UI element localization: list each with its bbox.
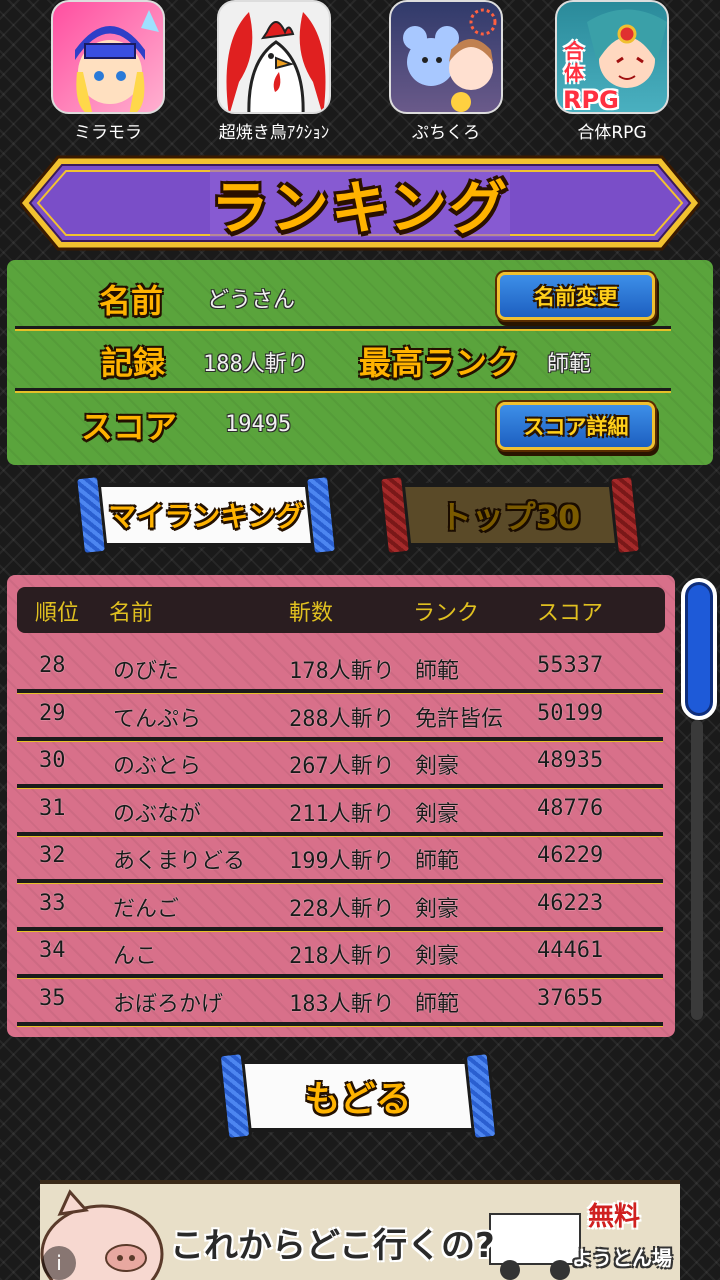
app-promo-row: ミラモラ 超焼き鳥ｱｸｼｮﾝ ぷちくろ 合体 RPG 合体RPG	[0, 0, 720, 150]
profile-panel: 名前 どうさん 名前変更 記録 188人斬り 最高ランク 師範 スコア 1949…	[7, 260, 713, 465]
table-row: 32 あくまりどる 199人斬り 師範 46229	[17, 835, 665, 883]
table-row: 33 だんご 228人斬り 剣豪 46223	[17, 883, 665, 931]
gattai-badge: 合体	[564, 39, 584, 85]
tab-label: トップ30	[439, 498, 581, 536]
app-yakitori[interactable]: 超焼き鳥ｱｸｼｮﾝ	[214, 0, 334, 143]
score-label: スコア	[81, 408, 178, 446]
app-miramora[interactable]: ミラモラ	[48, 0, 168, 143]
cell-grade: 師範	[415, 659, 460, 684]
header-kills: 斬数	[289, 601, 334, 626]
cell-grade: 剣豪	[415, 801, 460, 827]
cell-name: あくまりどる	[113, 849, 246, 874]
page-title: ランキング	[210, 174, 510, 242]
table-row: 30 のぶとら 267人斬り 剣豪 48935	[17, 740, 665, 788]
ad-free-label: 無料	[587, 1202, 640, 1232]
name-label: 名前	[99, 282, 164, 320]
header-grade: ランク	[413, 601, 480, 626]
ranking-table: 順位 名前 斬数 ランク スコア 28 のびた 178人斬り 師範 55337 29 てんぷ…	[7, 575, 675, 1037]
score-value: 19495	[225, 412, 292, 437]
cell-grade: 剣豪	[415, 896, 460, 922]
table-header: 順位 名前 斬数 ランク スコア	[17, 587, 665, 633]
cell-rank: 35	[39, 985, 66, 1011]
best-rank-value: 師範	[547, 352, 592, 377]
cell-rank: 29	[39, 700, 66, 726]
table-row: 34 んこ 218人斬り 剣豪 44461	[17, 930, 665, 978]
cell-score: 50199	[537, 700, 604, 726]
cell-rank: 30	[39, 748, 66, 773]
record-label: 記録	[101, 344, 166, 382]
header-name: 名前	[109, 601, 154, 626]
header-score: スコア	[537, 601, 604, 626]
ad-brand: ようとん場	[572, 1246, 672, 1270]
cell-score: 44461	[537, 938, 604, 963]
cell-rank: 31	[39, 795, 66, 821]
cell-kills: 211人斬り	[289, 801, 395, 827]
cell-grade: 師範	[415, 849, 460, 874]
app-label: ミラモラ	[74, 123, 142, 143]
ad-banner[interactable]: これからどこ行くの? 無料 ようとん場	[40, 1180, 680, 1280]
cell-kills: 199人斬り	[289, 849, 395, 874]
rpg-badge: RPG	[563, 86, 619, 114]
app-gattai-rpg[interactable]: 合体 RPG 合体RPG	[552, 0, 672, 143]
cell-rank: 32	[39, 843, 66, 868]
cell-rank: 34	[39, 938, 66, 963]
tab-my-ranking[interactable]: マイランキング	[73, 473, 339, 557]
header-rank: 順位	[35, 601, 80, 626]
app-label: 合体RPG	[577, 123, 647, 143]
cell-grade: 免許皆伝	[415, 706, 504, 732]
table-row: 31 のぶなが 211人斬り 剣豪 48776	[17, 788, 665, 836]
puchikuro-icon	[389, 0, 503, 114]
score-detail-button[interactable]: スコア詳細	[497, 402, 655, 450]
divider	[15, 388, 671, 391]
cell-grade: 剣豪	[415, 754, 460, 779]
back-button[interactable]: もどる	[217, 1050, 499, 1142]
cell-grade: 剣豪	[415, 944, 460, 969]
rooster-icon	[217, 0, 331, 114]
knight-girl-icon	[51, 0, 165, 114]
app-puchikuro[interactable]: ぷちくろ	[386, 0, 506, 143]
cell-rank: 28	[39, 653, 66, 678]
cell-score: 55337	[537, 653, 604, 678]
cell-name: てんぷら	[113, 706, 202, 732]
table-row: 29 てんぷら 288人斬り 免許皆伝 50199	[17, 693, 665, 741]
cell-kills: 183人斬り	[289, 991, 395, 1017]
cell-name: のびた	[113, 659, 180, 684]
cell-name: んこ	[113, 944, 158, 969]
cell-rank: 33	[39, 890, 66, 916]
best-rank-label: 最高ランク	[359, 344, 520, 382]
record-value: 188人斬り	[203, 352, 309, 377]
cell-score: 48935	[537, 748, 604, 773]
cell-score: 46229	[537, 843, 604, 868]
gattai-rpg-icon: 合体 RPG	[555, 0, 669, 114]
cell-kills: 218人斬り	[289, 944, 395, 969]
ad-text: これからどこ行くの?	[170, 1226, 495, 1266]
cell-kills: 267人斬り	[289, 754, 395, 779]
cell-kills: 288人斬り	[289, 706, 395, 732]
tab-top30[interactable]: トップ30	[377, 473, 643, 557]
name-value: どうさん	[207, 288, 296, 313]
cell-grade: 師範	[415, 991, 460, 1017]
back-button-label: もどる	[304, 1079, 412, 1120]
cell-kills: 178人斬り	[289, 659, 395, 684]
app-label: 超焼き鳥ｱｸｼｮﾝ	[218, 123, 330, 143]
table-row: 35 おぼろかげ 183人斬り 師範 37655	[17, 978, 665, 1026]
scrollbar-thumb[interactable]	[681, 578, 717, 720]
cell-kills: 228人斬り	[289, 896, 395, 922]
cell-score: 48776	[537, 795, 604, 821]
info-icon[interactable]: i	[42, 1246, 76, 1280]
cell-score: 37655	[537, 985, 604, 1011]
cell-name: だんご	[113, 896, 180, 922]
tab-label: マイランキング	[108, 500, 304, 533]
ranking-banner: ランキング	[20, 155, 700, 251]
row-divider	[17, 1021, 663, 1026]
divider	[15, 326, 671, 329]
scroll-track[interactable]	[691, 720, 703, 1020]
rename-button[interactable]: 名前変更	[497, 272, 655, 320]
table-row: 28 のびた 178人斬り 師範 55337	[17, 645, 665, 693]
cell-name: のぶなが	[113, 801, 202, 827]
app-label: ぷちくろ	[411, 123, 481, 143]
cell-name: のぶとら	[113, 754, 202, 779]
cell-score: 46223	[537, 890, 604, 916]
cell-name: おぼろかげ	[113, 991, 224, 1017]
